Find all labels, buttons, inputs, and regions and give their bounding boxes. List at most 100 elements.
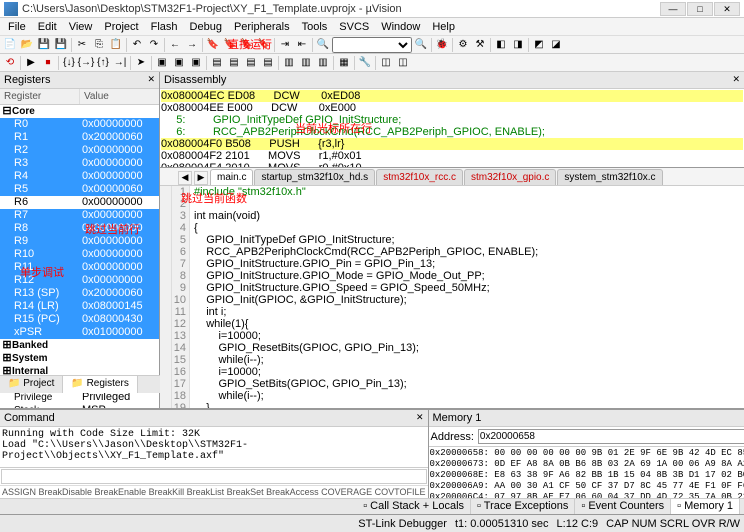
register-row[interactable]: R90x00000000 <box>0 235 159 248</box>
callstack-window-icon[interactable]: ▤ <box>226 55 242 71</box>
disasm-window-icon[interactable]: ▣ <box>171 55 187 71</box>
code-line[interactable]: { <box>194 222 744 234</box>
save-icon[interactable]: 💾 <box>36 37 52 53</box>
tab-nav-back-icon[interactable]: ◀ <box>178 171 192 185</box>
symbols-icon[interactable]: ▣ <box>188 55 204 71</box>
bookmark-prev-icon[interactable]: 🔖 <box>222 37 238 53</box>
tab-project[interactable]: 📁 Project <box>0 376 63 393</box>
registers-body[interactable]: ⊟CoreR00x00000000R10x20000060R20x0000000… <box>0 105 159 408</box>
step-into-icon[interactable]: {↓} <box>61 55 77 71</box>
tab-registers[interactable]: 📁 Registers <box>63 376 137 393</box>
bookmark-clear-icon[interactable]: 🔖 <box>256 37 272 53</box>
code-line[interactable]: i=10000; <box>194 366 744 378</box>
register-row[interactable]: R13 (SP)0x20000060 <box>0 287 159 300</box>
menu-window[interactable]: Window <box>375 19 426 35</box>
menu-help[interactable]: Help <box>426 19 461 35</box>
menu-tools[interactable]: Tools <box>296 19 334 35</box>
register-row[interactable]: R14 (LR)0x08000145 <box>0 300 159 313</box>
menu-debug[interactable]: Debug <box>184 19 228 35</box>
debug-icon[interactable]: 🐞 <box>434 37 450 53</box>
show-next-icon[interactable]: ➤ <box>133 55 149 71</box>
find-combo[interactable] <box>332 37 412 53</box>
disasm-line[interactable]: 6: RCC_APB2PeriphClockCmd(RCC_APB2Periph… <box>161 126 743 138</box>
register-row[interactable]: R120x00000000 <box>0 274 159 287</box>
tool4-icon[interactable]: ◪ <box>548 37 564 53</box>
find-icon[interactable]: 🔍 <box>315 37 331 53</box>
tool2-icon[interactable]: ◨ <box>510 37 526 53</box>
extra1-icon[interactable]: ◫ <box>378 55 394 71</box>
window-icon[interactable]: ▣ <box>154 55 170 71</box>
register-row[interactable]: R80x00000000 <box>0 222 159 235</box>
register-row[interactable]: StackMSP <box>0 404 159 408</box>
code-line[interactable]: } <box>194 402 744 408</box>
register-row[interactable]: R100x00000000 <box>0 248 159 261</box>
save-all-icon[interactable]: 💾 <box>53 37 69 53</box>
trace-window-icon[interactable]: ▥ <box>315 55 331 71</box>
tool1-icon[interactable]: ◧ <box>493 37 509 53</box>
register-row[interactable]: R40x00000000 <box>0 170 159 183</box>
new-icon[interactable]: 📄 <box>2 37 18 53</box>
serial-window-icon[interactable]: ▥ <box>281 55 297 71</box>
code-line[interactable]: int main(void) <box>194 210 744 222</box>
reset-icon[interactable]: ⟲ <box>2 55 18 71</box>
code-line[interactable] <box>194 198 744 210</box>
build-icon[interactable]: ⚒ <box>472 37 488 53</box>
extra2-icon[interactable]: ◫ <box>395 55 411 71</box>
memory-window-icon[interactable]: ▤ <box>260 55 276 71</box>
register-row[interactable]: R30x00000000 <box>0 157 159 170</box>
register-row[interactable]: R10x20000060 <box>0 131 159 144</box>
menu-svcs[interactable]: SVCS <box>333 19 375 35</box>
code-line[interactable]: #include "stm32f10x.h" <box>194 186 744 198</box>
code-line[interactable]: GPIO_InitStructure.GPIO_Mode = GPIO_Mode… <box>194 270 744 282</box>
step-over-icon[interactable]: {→} <box>78 55 94 71</box>
watch-window-icon[interactable]: ▤ <box>243 55 259 71</box>
disasm-line[interactable]: 0x080004F0 B508 PUSH {r3,lr} <box>161 138 743 150</box>
code-area[interactable]: #include "stm32f10x.h" int main(void){ GP… <box>190 186 744 408</box>
analysis-window-icon[interactable]: ▥ <box>298 55 314 71</box>
config-icon[interactable]: ⚙ <box>455 37 471 53</box>
disasm-line[interactable]: 0x080004F4 2010 MOVS r0,#0x10 <box>161 162 743 167</box>
registers-window-icon[interactable]: ▤ <box>209 55 225 71</box>
cut-icon[interactable]: ✂ <box>74 37 90 53</box>
code-line[interactable]: int i; <box>194 306 744 318</box>
memory-addr-input[interactable] <box>478 429 744 444</box>
open-icon[interactable]: 📂 <box>19 37 35 53</box>
toolbox-icon[interactable]: 🔧 <box>357 55 373 71</box>
source-tab[interactable]: stm32f10x_gpio.c <box>464 169 556 185</box>
menu-project[interactable]: Project <box>98 19 144 35</box>
register-row[interactable]: R50x00000060 <box>0 183 159 196</box>
undo-icon[interactable]: ↶ <box>129 37 145 53</box>
disasm-line[interactable]: 5: GPIO_InitTypeDef GPIO_InitStructure; <box>161 114 743 126</box>
register-row[interactable]: R15 (PC)0x08000430 <box>0 313 159 326</box>
code-line[interactable]: while(i--); <box>194 390 744 402</box>
menu-edit[interactable]: Edit <box>32 19 63 35</box>
close-button[interactable]: ✕ <box>714 2 740 16</box>
command-close-icon[interactable]: ✕ <box>416 412 424 424</box>
code-line[interactable]: GPIO_InitStructure.GPIO_Pin = GPIO_Pin_1… <box>194 258 744 270</box>
code-line[interactable]: RCC_APB2PeriphClockCmd(RCC_APB2Periph_GP… <box>194 246 744 258</box>
bottom-tab[interactable]: ▫ Trace Exceptions <box>471 499 575 514</box>
nav-fwd-icon[interactable]: → <box>184 37 200 53</box>
bottom-tab[interactable]: ▫ Event Counters <box>575 499 671 514</box>
register-row[interactable]: xPSR0x01000000 <box>0 326 159 339</box>
indent-icon[interactable]: ⇥ <box>277 37 293 53</box>
disasm-line[interactable]: 0x080004F2 2101 MOVS r1,#0x01 <box>161 150 743 162</box>
registers-close-icon[interactable]: ✕ <box>147 74 155 86</box>
run-to-cursor-icon[interactable]: →| <box>112 55 128 71</box>
register-group[interactable]: ⊞System <box>0 352 159 365</box>
command-input[interactable] <box>1 469 427 484</box>
source-tab[interactable]: system_stm32f10x.c <box>557 169 662 185</box>
stop-icon[interactable]: ⏹ <box>40 55 56 71</box>
register-group[interactable]: ⊞Banked <box>0 339 159 352</box>
register-row[interactable]: R60x00000000 <box>0 196 159 209</box>
register-row[interactable]: R20x00000000 <box>0 144 159 157</box>
copy-icon[interactable]: ⎘ <box>91 37 107 53</box>
maximize-button[interactable]: □ <box>687 2 713 16</box>
code-line[interactable]: GPIO_InitTypeDef GPIO_InitStructure; <box>194 234 744 246</box>
disassembly-body[interactable]: 0x080004EC ED08 DCW 0xED080x080004EE E00… <box>160 89 744 167</box>
bookmark-icon[interactable]: 🔖 <box>205 37 221 53</box>
menu-peripherals[interactable]: Peripherals <box>228 19 296 35</box>
source-tab[interactable]: startup_stm32f10x_hd.s <box>254 169 375 185</box>
code-line[interactable]: while(1){ <box>194 318 744 330</box>
tool3-icon[interactable]: ◩ <box>531 37 547 53</box>
